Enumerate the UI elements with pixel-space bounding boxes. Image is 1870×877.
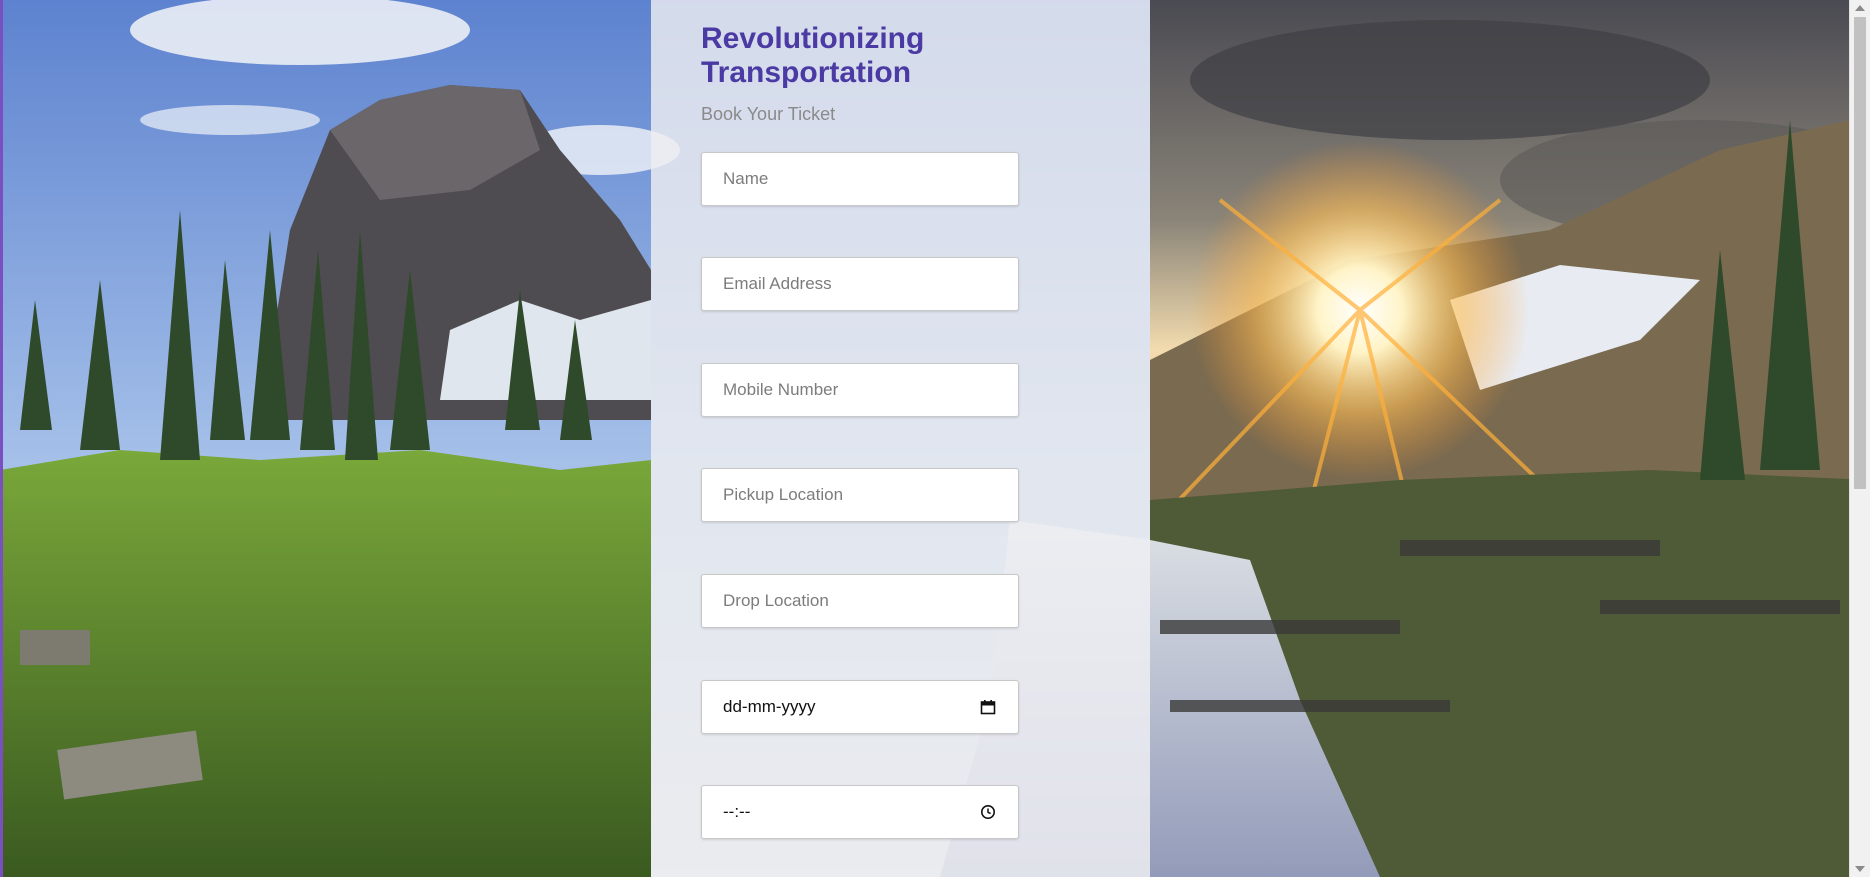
email-field[interactable]	[701, 257, 1019, 311]
time-value: --:--	[723, 802, 751, 821]
booking-panel: Revolutionizing Transportation Book Your…	[651, 0, 1150, 877]
form-subtitle: Book Your Ticket	[701, 104, 836, 124]
drop-input[interactable]	[723, 591, 997, 611]
calendar-icon[interactable]	[979, 698, 997, 716]
name-field[interactable]	[701, 152, 1019, 206]
time-field[interactable]: --:--	[701, 785, 1019, 839]
mobile-field[interactable]	[701, 363, 1019, 417]
vertical-scrollbar[interactable]	[1849, 0, 1870, 877]
mobile-input[interactable]	[723, 380, 997, 400]
name-input[interactable]	[723, 169, 997, 189]
scroll-up-arrow-icon[interactable]	[1855, 5, 1865, 11]
window-left-edge	[0, 0, 3, 877]
scrollbar-thumb[interactable]	[1854, 17, 1866, 489]
pickup-field[interactable]	[701, 468, 1019, 522]
pickup-input[interactable]	[723, 485, 997, 505]
clock-icon[interactable]	[979, 803, 997, 821]
email-input[interactable]	[723, 274, 997, 294]
date-field[interactable]: dd-mm-yyyy	[701, 680, 1019, 734]
date-value: dd-mm-yyyy	[723, 697, 816, 716]
page-title: Revolutionizing Transportation	[701, 22, 925, 89]
scroll-down-arrow-icon[interactable]	[1855, 866, 1865, 872]
drop-field[interactable]	[701, 574, 1019, 628]
form-header: Revolutionizing Transportation Book Your…	[701, 22, 1021, 125]
